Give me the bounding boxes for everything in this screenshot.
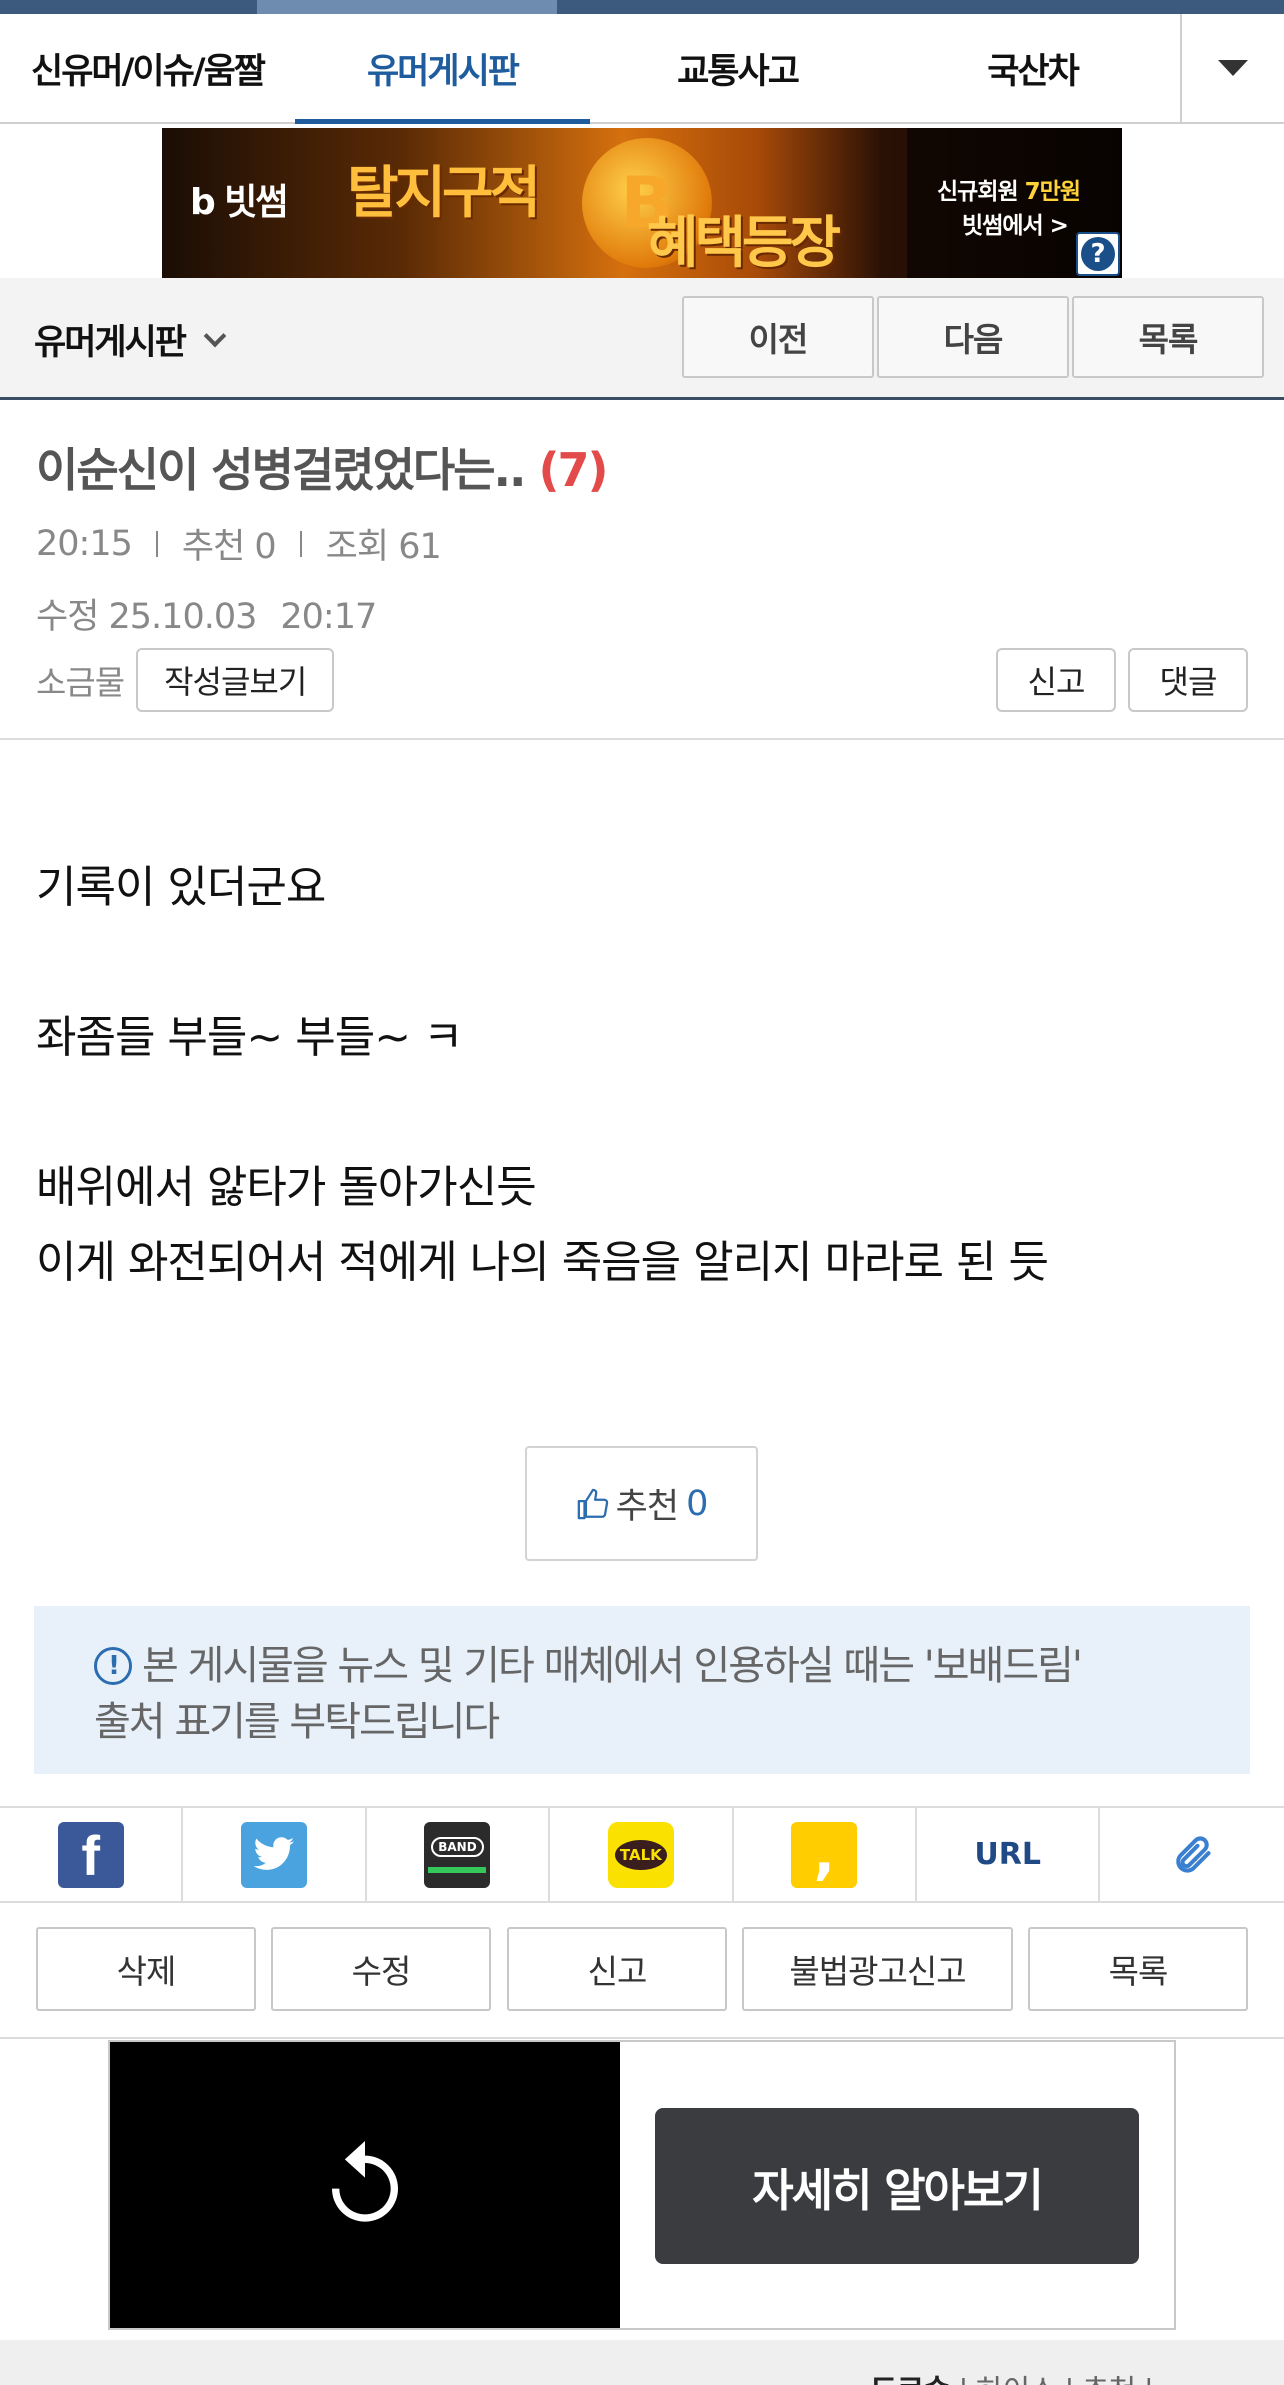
post-edited: 수정 25.10.03 20:17 <box>36 588 377 639</box>
share-bar: f BAND TALK , URL <box>0 1806 1284 1903</box>
talk-label: TALK <box>614 1839 667 1870</box>
share-band[interactable]: BAND <box>367 1808 551 1901</box>
kakaotalk-icon: TALK <box>607 1821 674 1888</box>
board-header: 유머게시판 이전 다음 목록 <box>0 278 1284 400</box>
chevron-down-icon <box>1218 60 1248 76</box>
list-button[interactable]: 목록 <box>1072 296 1264 378</box>
band-label: BAND <box>431 1836 484 1857</box>
body-line: 좌좀들 부들~ 부들~ ㅋ <box>36 1012 464 1063</box>
top-strip <box>0 0 1284 14</box>
post-time: 20:15 <box>36 523 133 564</box>
prev-button[interactable]: 이전 <box>682 296 874 378</box>
post-title: 이순신이 성병걸렸었다는.. (7) <box>36 434 609 500</box>
body-line: 이게 와전되어서 적에게 나의 죽음을 알리지 마라로 된 듯 <box>36 1237 1049 1288</box>
banner-headline-1: 탈지구적 <box>347 161 541 226</box>
share-facebook[interactable]: f <box>0 1808 184 1901</box>
ad-banner[interactable]: b 빗썸 B 탈지구적 혜택등장 신규회원 7만원 빗썸에서 > ? <box>162 128 1122 278</box>
band-stripe <box>428 1866 487 1873</box>
url-icon: URL <box>974 1837 1041 1872</box>
bottom-text-b: | 하이스 | 추천 | <box>950 2374 1153 2385</box>
banner-side-line-1a: 신규회원 <box>937 179 1025 205</box>
top-strip-highlight <box>257 0 557 14</box>
delete-button[interactable]: 삭제 <box>36 1927 256 2011</box>
illegal-ad-report-button[interactable]: 불법광고신고 <box>742 1927 1013 2011</box>
ad-banner-area: b 빗썸 B 탈지구적 혜택등장 신규회원 7만원 빗썸에서 > ? <box>0 126 1284 278</box>
comment-count[interactable]: (7) <box>539 443 609 497</box>
body-line: 기록이 있더군요 <box>36 862 326 913</box>
paperclip-icon <box>1176 1835 1211 1873</box>
author-name[interactable]: 소금물 <box>36 656 125 704</box>
edit-button[interactable]: 수정 <box>271 1927 491 2011</box>
share-url[interactable]: URL <box>917 1808 1101 1901</box>
bottom-strip: 도로숏 | 하이스 | 추천 | <box>0 2340 1284 2385</box>
meta-divider <box>299 530 302 557</box>
info-icon: ! <box>94 1647 132 1685</box>
band-icon: BAND <box>424 1821 491 1888</box>
tab-domestic-car[interactable]: 국산차 <box>885 14 1180 122</box>
edited-time: 20:17 <box>280 597 377 637</box>
post-views: 조회 61 <box>325 527 442 567</box>
banner-headline-2: 혜택등장 <box>647 211 841 276</box>
kakaostory-icon: , <box>791 1821 858 1888</box>
banner-side-line-1b: 7만원 <box>1024 179 1081 205</box>
tab-humor-issue[interactable]: 신유머/이슈/움짤 <box>0 14 295 122</box>
share-twitter[interactable] <box>183 1808 367 1901</box>
body-line: 배위에서 앓타가 돌아가신듯 <box>36 1162 537 1213</box>
edited-date: 수정 25.10.03 <box>36 597 257 637</box>
post-actions: 삭제 수정 신고 불법광고신고 목록 <box>0 1903 1284 2039</box>
banner-side-line-1: 신규회원 7만원 <box>937 172 1081 206</box>
citation-notice: ! 본 게시물을 뉴스 및 기타 매체에서 인용하실 때는 '보배드림' 출처 … <box>34 1606 1250 1774</box>
author-posts-button[interactable]: 작성글보기 <box>136 648 335 712</box>
post-recommend-count: 추천 0 <box>181 527 277 567</box>
comment-button[interactable]: 댓글 <box>1128 648 1248 712</box>
banner-logo: b 빗썸 <box>190 182 289 223</box>
ad-info-button[interactable]: ? <box>1076 232 1120 276</box>
banner-side-line-2: 빗썸에서 > <box>962 213 1069 239</box>
ad-video[interactable] <box>110 2042 620 2328</box>
question-icon: ? <box>1081 237 1115 271</box>
bottom-text-a: 도로숏 <box>870 2374 951 2385</box>
thumbs-up-icon <box>577 1488 608 1519</box>
meta-divider <box>155 530 158 557</box>
next-button[interactable]: 다음 <box>877 296 1069 378</box>
recommend-label: 추천 <box>615 1487 679 1527</box>
facebook-icon: f <box>57 1821 124 1888</box>
post-body: 기록이 있더군요 좌좀들 부들~ 부들~ ㅋ 배위에서 앓타가 돌아가신듯 이게… <box>36 850 1256 1300</box>
share-clip[interactable] <box>1100 1808 1283 1901</box>
learn-more-button[interactable]: 자세히 알아보기 <box>655 2108 1139 2264</box>
post-title-text: 이순신이 성병걸렸었다는.. <box>36 443 526 497</box>
board-name: 유머게시판 <box>34 323 187 363</box>
notice-line-1: 본 게시물을 뉴스 및 기타 매체에서 인용하실 때는 '보배드림' <box>142 1643 1083 1689</box>
tab-humor-board[interactable]: 유머게시판 <box>295 14 590 124</box>
board-tabs: 신유머/이슈/움짤 유머게시판 교통사고 국산차 <box>0 14 1284 124</box>
replay-icon[interactable] <box>321 2137 409 2233</box>
tab-traffic-accident[interactable]: 교통사고 <box>590 14 885 122</box>
author-row: 소금물 작성글보기 <box>36 648 335 712</box>
tabs-more-button[interactable] <box>1180 14 1284 122</box>
video-ad[interactable]: 자세히 알아보기 <box>108 2040 1176 2330</box>
post-header: 이순신이 성병걸렸었다는.. (7) 20:15 추천 0 조회 61 수정 2… <box>0 400 1284 740</box>
report-post-button[interactable]: 신고 <box>507 1927 727 2011</box>
recommend-count: 0 <box>686 1483 708 1524</box>
recommend-button[interactable]: 추천 0 <box>525 1446 758 1561</box>
back-to-list-button[interactable]: 목록 <box>1028 1927 1248 2011</box>
chevron-down-icon <box>203 324 227 347</box>
bottom-text: 도로숏 | 하이스 | 추천 | <box>870 2366 1154 2385</box>
notice-line-2: 출처 표기를 부탁드립니다 <box>94 1699 500 1745</box>
post-header-actions: 신고 댓글 <box>996 648 1248 712</box>
post-meta: 20:15 추천 0 조회 61 <box>36 518 442 569</box>
board-selector[interactable]: 유머게시판 <box>34 314 227 365</box>
report-button[interactable]: 신고 <box>996 648 1116 712</box>
share-kakaostory[interactable]: , <box>734 1808 917 1901</box>
share-kakaotalk[interactable]: TALK <box>550 1808 734 1901</box>
twitter-icon <box>241 1821 308 1888</box>
